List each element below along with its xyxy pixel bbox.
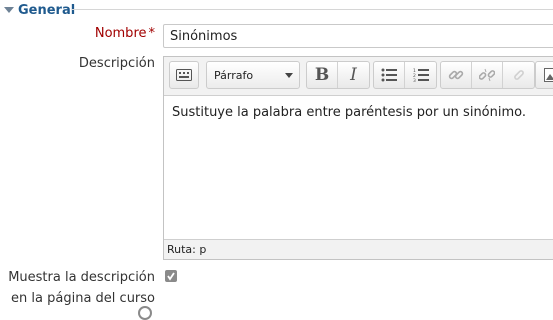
description-label: Descripción — [79, 56, 155, 71]
svg-text:3: 3 — [413, 78, 416, 82]
section-legend[interactable]: General — [4, 1, 75, 19]
toolbar-group-media — [535, 61, 553, 89]
bullet-list-button[interactable] — [374, 62, 405, 88]
numbered-list-button[interactable]: 1 2 3 — [405, 62, 436, 88]
keyboard-icon — [176, 69, 192, 81]
toolbar-group-lists: 1 2 3 — [373, 61, 437, 89]
name-label: Nombre* — [95, 26, 155, 41]
description-editor[interactable]: Párrafo B I 1 2 — [163, 56, 553, 260]
show-description-checkbox[interactable] — [165, 270, 177, 282]
editor-content[interactable]: Sustituye la palabra entre paréntesis po… — [172, 105, 526, 120]
link-icon — [448, 67, 464, 83]
italic-icon: I — [350, 65, 357, 85]
name-input[interactable] — [163, 24, 553, 48]
unlink-icon — [479, 67, 495, 83]
toolbar-group-style: B I — [306, 61, 370, 89]
name-label-text: Nombre — [95, 26, 147, 41]
italic-button[interactable]: I — [338, 62, 369, 88]
bold-button[interactable]: B — [307, 62, 338, 88]
show-description-label: Muestra la descripción en la página del … — [8, 267, 155, 309]
section-title[interactable]: General — [18, 3, 75, 18]
image-button[interactable] — [536, 62, 553, 88]
show-description-label-line2: en la página del curso — [8, 288, 155, 309]
bullet-list-icon — [381, 68, 397, 82]
image-icon — [544, 68, 553, 82]
dropdown-arrow-icon — [285, 73, 293, 78]
toolbar-toggle-button[interactable] — [170, 62, 198, 88]
help-icon[interactable] — [138, 306, 152, 320]
editor-toolbar: Párrafo B I 1 2 — [164, 57, 553, 96]
collapse-triangle-icon[interactable] — [4, 7, 14, 13]
editor-path-bar: Ruta: p — [164, 239, 553, 259]
link-button[interactable] — [441, 62, 472, 88]
toolbar-group-links — [440, 61, 535, 89]
unlink-button[interactable] — [472, 62, 503, 88]
check-icon — [166, 271, 176, 281]
format-select[interactable]: Párrafo — [206, 61, 300, 89]
toolbar-group-toggle — [169, 61, 199, 89]
anchor-icon — [511, 67, 527, 83]
numbered-list-icon: 1 2 3 — [413, 68, 429, 82]
legend-divider — [72, 9, 553, 10]
bold-icon: B — [315, 65, 329, 85]
show-description-label-line1: Muestra la descripción — [8, 267, 155, 288]
required-asterisk-icon: * — [149, 26, 156, 41]
format-select-value: Párrafo — [214, 69, 253, 82]
anchor-button[interactable] — [503, 62, 534, 88]
